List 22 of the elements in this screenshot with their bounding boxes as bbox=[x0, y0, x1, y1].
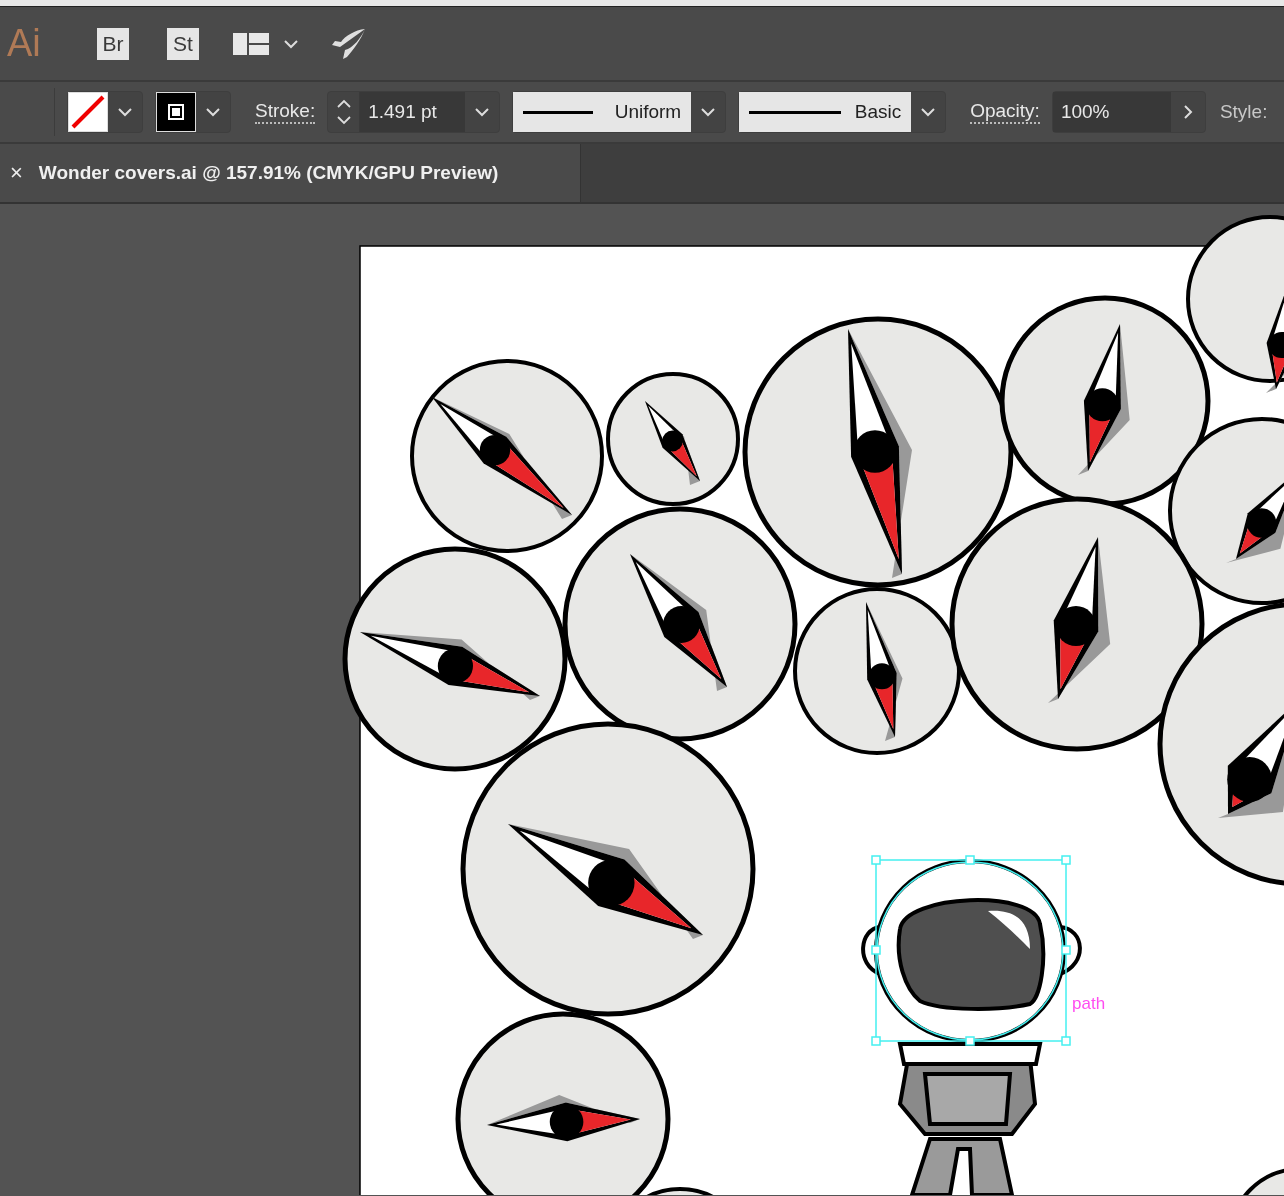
width-profile-dropdown[interactable]: Uniform bbox=[513, 92, 692, 132]
caret-icon bbox=[700, 107, 717, 117]
workspace-layout-icon[interactable] bbox=[233, 32, 269, 55]
stroke-label[interactable]: Stroke: bbox=[255, 100, 316, 124]
brush-dropdown[interactable]: Basic bbox=[739, 92, 912, 132]
smart-guide-label: path bbox=[1072, 994, 1106, 1013]
app-launcher-button[interactable]: St bbox=[167, 27, 199, 60]
style-label: Style: bbox=[1219, 101, 1268, 123]
fill-swatch[interactable] bbox=[68, 92, 108, 132]
app-launcher-button[interactable]: Br bbox=[97, 27, 129, 60]
caret-icon bbox=[205, 107, 221, 117]
app-logo: Ai bbox=[7, 22, 42, 65]
caret-icon bbox=[920, 107, 937, 117]
feather-icon[interactable] bbox=[331, 27, 367, 60]
opacity-label[interactable]: Opacity: bbox=[970, 100, 1040, 124]
document-tab[interactable]: × Wonder covers.ai @ 157.91% (CMYK/GPU Preview) bbox=[0, 144, 581, 202]
selection-box[interactable] bbox=[871, 855, 1071, 1046]
close-tab-button[interactable]: × bbox=[10, 160, 23, 186]
stroke-swatch[interactable] bbox=[156, 92, 196, 132]
caret-icon bbox=[117, 107, 133, 117]
caret-icon[interactable] bbox=[283, 38, 299, 49]
document-title: Wonder covers.ai @ 157.91% (CMYK/GPU Preview) bbox=[38, 162, 499, 184]
